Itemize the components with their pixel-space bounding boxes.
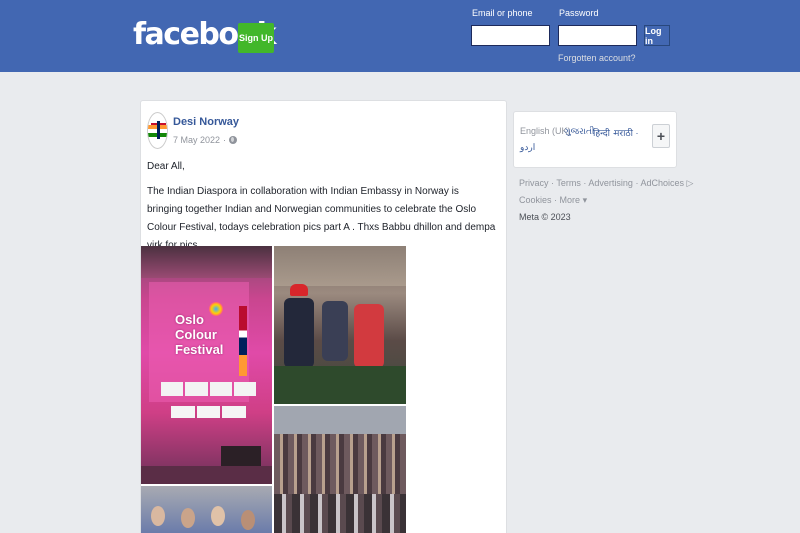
advertising-link[interactable]: Advertising [588, 178, 633, 188]
password-field[interactable] [558, 25, 637, 46]
password-label: Password [559, 8, 599, 18]
language-option-marathi[interactable]: मराठी · [614, 126, 638, 139]
post-photo-stage[interactable]: Oslo Colour Festival [141, 246, 272, 484]
privacy-link[interactable]: Privacy [519, 178, 549, 188]
turban [290, 284, 308, 296]
post-date-text[interactable]: 7 May 2022 [173, 135, 220, 145]
more-link[interactable]: More [560, 195, 581, 205]
language-selector-box: English (UK) · ગુજરાતી · हिन्दी · मराठी … [513, 111, 677, 168]
email-field[interactable] [471, 25, 550, 46]
post-photo-audience-front[interactable] [274, 246, 406, 404]
sponsor-banner-row [161, 382, 256, 396]
plus-icon: + [656, 128, 666, 144]
login-button[interactable]: Log in [644, 25, 670, 46]
post-card: Desi Norway 7 May 2022 · Dear All, The I… [140, 100, 507, 533]
footer-links-row-2: Cookies · More ▾ [519, 195, 588, 205]
post-photo-audience-crowd[interactable] [274, 406, 406, 533]
guest-suit-2 [322, 301, 348, 361]
guest-suit [284, 298, 314, 368]
cookies-link[interactable]: Cookies [519, 195, 552, 205]
stage-sign-text: Oslo Colour Festival [175, 312, 224, 357]
post-photo-guests[interactable] [141, 486, 272, 533]
page-avatar[interactable] [147, 112, 168, 149]
crowd-front [274, 494, 406, 533]
green-floor [274, 366, 406, 404]
guest-saree [354, 304, 384, 368]
top-navigation-bar: facebook Sign Up Email or phone Password… [0, 0, 800, 72]
signup-button[interactable]: Sign Up [238, 23, 274, 53]
guest-face-4 [241, 510, 255, 530]
crowd-rows [274, 434, 406, 494]
stage-ceiling [141, 246, 272, 278]
flag-banner [239, 306, 247, 376]
email-label: Email or phone [472, 8, 533, 18]
adchoices-link[interactable]: AdChoices [640, 178, 684, 188]
post-body-text: The Indian Diaspora in collaboration wit… [147, 186, 496, 251]
footer-links-row-1: Privacy · Terms · Advertising · AdChoice… [519, 178, 694, 188]
audience-background [274, 246, 406, 286]
terms-link[interactable]: Terms [556, 178, 581, 188]
hall-wall [274, 406, 406, 434]
adchoices-icon: ▷ [686, 178, 694, 188]
sponsor-banner-row-2 [171, 406, 247, 418]
language-option-hindi[interactable]: हिन्दी · [593, 126, 616, 139]
globe-icon [229, 136, 238, 144]
guest-face [151, 506, 165, 526]
language-option-urdu[interactable]: اردو [520, 142, 535, 153]
stage-floor [141, 466, 272, 484]
post-greeting: Dear All, [147, 161, 185, 172]
copyright-text: Meta © 2023 [519, 212, 571, 222]
guest-face-2 [181, 508, 195, 528]
chevron-down-icon: ▾ [582, 195, 588, 205]
festival-logo-graphic [209, 302, 223, 316]
page-name-link[interactable]: Desi Norway [173, 116, 239, 128]
post-timestamp[interactable]: 7 May 2022 · [173, 135, 238, 145]
forgotten-account-link[interactable]: Forgotten account? [558, 53, 636, 63]
guest-face-3 [211, 506, 225, 526]
more-languages-button[interactable]: + [652, 124, 670, 148]
